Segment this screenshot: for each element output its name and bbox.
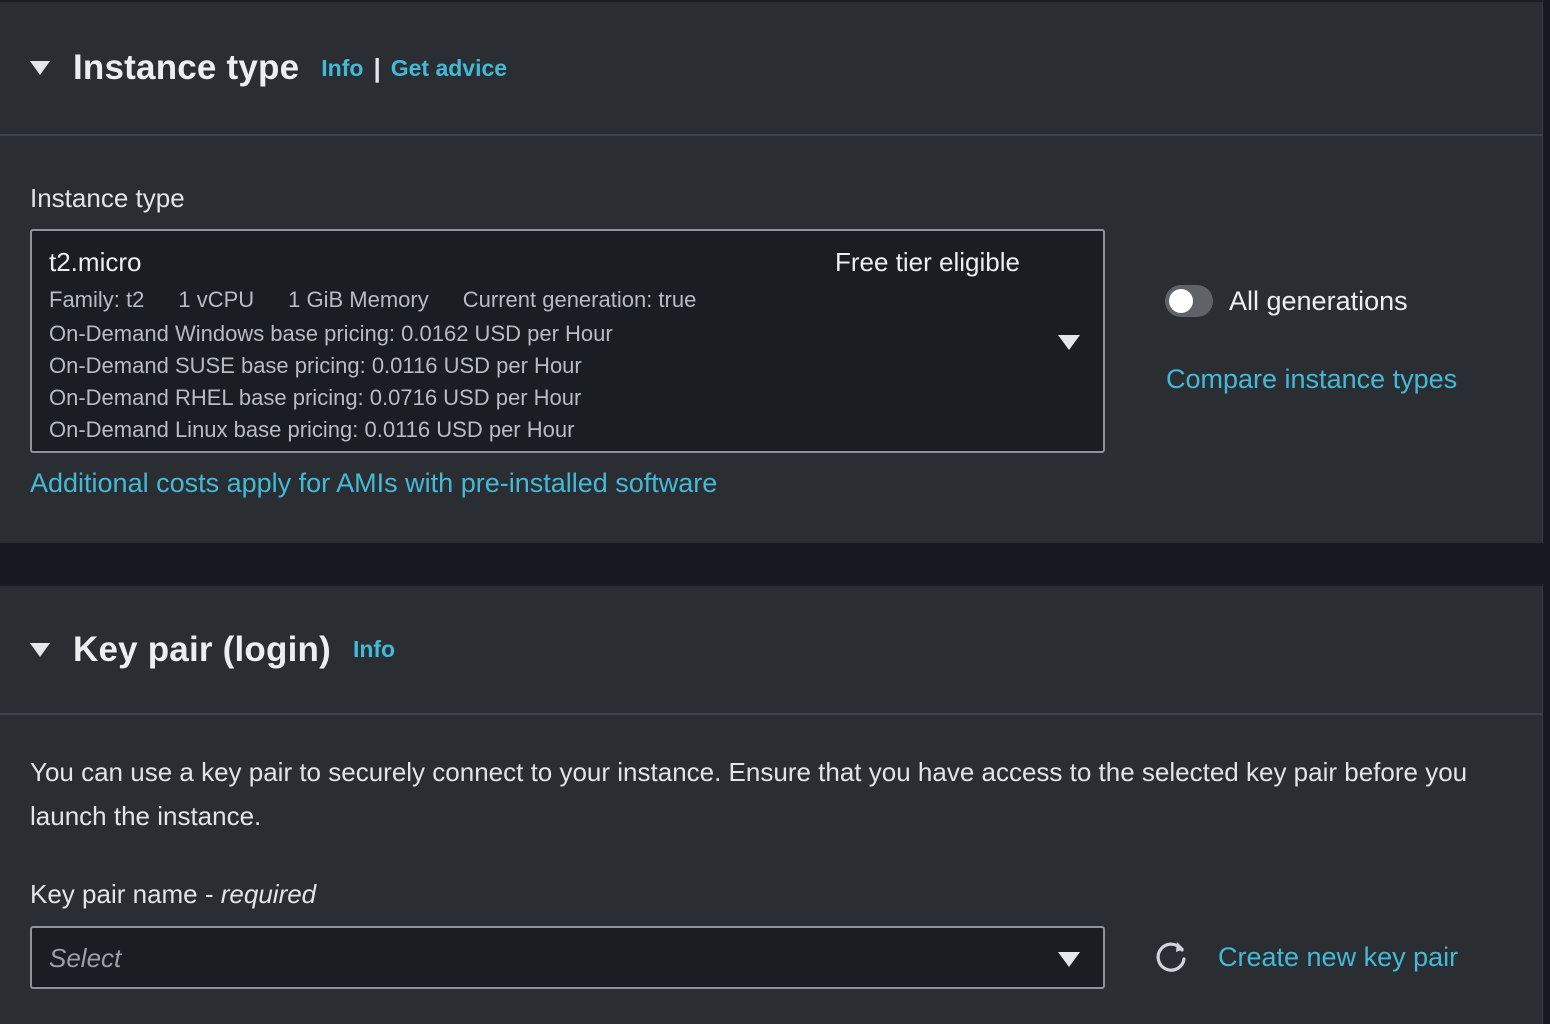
key-pair-header[interactable]: Key pair (login) Info bbox=[0, 586, 1542, 715]
free-tier-badge: Free tier eligible bbox=[835, 247, 1020, 277]
pricing-windows: On-Demand Windows base pricing: 0.0162 U… bbox=[49, 321, 613, 346]
compare-instance-types-link[interactable]: Compare instance types bbox=[1166, 364, 1457, 395]
instance-name: t2.micro bbox=[49, 247, 142, 277]
caret-down-icon[interactable] bbox=[30, 642, 50, 657]
pricing-rhel: On-Demand RHEL base pricing: 0.0716 USD … bbox=[49, 385, 582, 410]
toggle-knob bbox=[1169, 289, 1193, 313]
dropdown-arrow-icon bbox=[1058, 952, 1080, 967]
key-pair-select[interactable]: Select bbox=[30, 926, 1105, 989]
create-key-pair-link[interactable]: Create new key pair bbox=[1218, 942, 1458, 973]
key-pair-title: Key pair (login) bbox=[73, 629, 331, 669]
link-separator: | bbox=[373, 52, 381, 83]
all-generations-toggle-row: All generations bbox=[1165, 285, 1408, 317]
instance-meta: Family: t2 1 vCPU 1 GiB Memory Current g… bbox=[49, 287, 696, 313]
key-pair-name-label-text: Key pair name - bbox=[30, 879, 221, 909]
all-generations-toggle[interactable] bbox=[1165, 285, 1213, 317]
instance-type-header[interactable]: Instance type Info | Get advice bbox=[0, 2, 1542, 136]
required-indicator: required bbox=[220, 879, 317, 909]
pricing-linux: On-Demand Linux base pricing: 0.0116 USD… bbox=[49, 417, 575, 442]
pricing-list: On-Demand Windows base pricing: 0.0162 U… bbox=[49, 318, 613, 446]
dropdown-arrow-icon bbox=[1058, 335, 1080, 350]
instance-type-info-link[interactable]: Info bbox=[321, 55, 363, 82]
key-pair-info-link[interactable]: Info bbox=[353, 636, 395, 663]
caret-down-icon[interactable] bbox=[30, 61, 50, 75]
additional-costs-link[interactable]: Additional costs apply for AMIs with pre… bbox=[30, 468, 717, 499]
instance-type-panel: Instance type Info | Get advice Instance… bbox=[0, 0, 1543, 543]
instance-type-label: Instance type bbox=[30, 183, 185, 213]
all-generations-label: All generations bbox=[1229, 285, 1408, 316]
instance-type-select[interactable]: t2.micro Free tier eligible Family: t2 1… bbox=[30, 229, 1105, 453]
get-advice-link[interactable]: Get advice bbox=[391, 55, 507, 82]
key-pair-name-label: Key pair name - required bbox=[30, 879, 316, 910]
instance-generation: Current generation: true bbox=[462, 287, 697, 312]
instance-vcpu: 1 vCPU bbox=[178, 287, 255, 312]
key-pair-placeholder: Select bbox=[49, 943, 122, 973]
instance-memory: 1 GiB Memory bbox=[288, 287, 429, 312]
key-pair-description: You can use a key pair to securely conne… bbox=[30, 757, 1468, 831]
instance-type-title: Instance type bbox=[73, 48, 300, 87]
instance-family: Family: t2 bbox=[49, 287, 145, 312]
refresh-icon[interactable] bbox=[1152, 938, 1190, 976]
pricing-suse: On-Demand SUSE base pricing: 0.0116 USD … bbox=[49, 353, 582, 378]
